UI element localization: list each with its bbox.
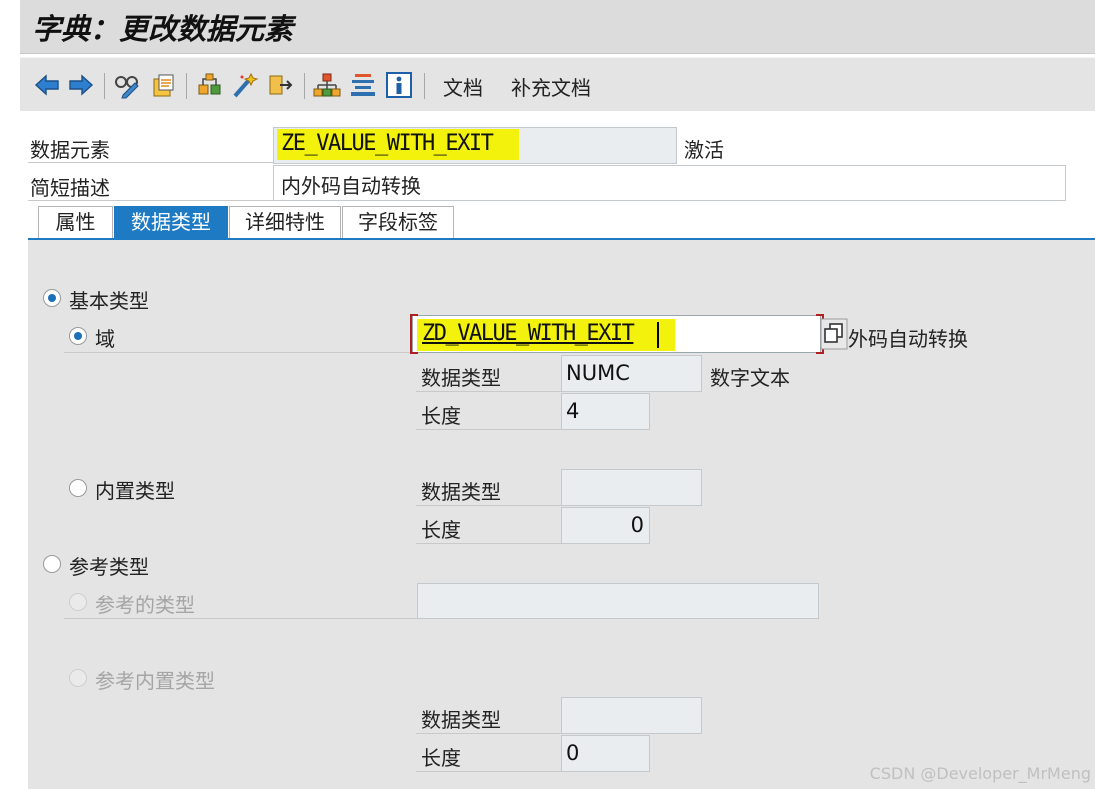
tab-data-type[interactable]: 数据类型 [114,206,228,239]
check-icon[interactable] [267,71,295,99]
tab-further-characteristics[interactable]: 详细特性 [229,206,341,239]
ref-builtin-type-radio [69,669,87,687]
elementary-type-label: 基本类型 [69,289,149,313]
toolbar-separator [104,73,105,99]
reference-type-radio[interactable] [43,555,61,573]
data-element-label: 数据元素 [30,138,110,162]
text-cursor [657,322,659,348]
ref-data-type-field [561,697,702,734]
domain-data-type-desc: 数字文本 [710,366,790,390]
watermark: CSDN @Developer_MrMeng [869,764,1091,783]
ref-length-value: 0 [566,741,580,765]
builtin-data-type-field[interactable] [561,469,702,506]
other-object-icon[interactable] [150,71,178,99]
display-change-icon[interactable] [113,71,141,99]
name-of-ref-type-radio [69,593,87,611]
domain-data-type-value: NUMC [566,361,630,385]
row-divider [416,505,562,506]
ref-length-label: 长度 [421,746,461,770]
documentation-button[interactable]: 文档 [443,72,483,101]
forward-icon[interactable] [67,71,95,99]
domain-label: 域 [95,327,115,351]
row-divider [64,618,418,619]
builtin-type-label: 内置类型 [95,479,175,503]
domain-radio[interactable] [69,327,87,345]
row-divider [416,771,562,772]
reference-type-label: 参考类型 [69,555,149,579]
row-divider [28,162,274,163]
row-divider [416,733,562,734]
supplementary-documentation-button[interactable]: 补充文档 [511,72,591,101]
short-description-value: 内外码自动转换 [281,174,421,198]
builtin-data-type-label: 数据类型 [421,480,501,504]
domain-length-label: 长度 [421,404,461,428]
row-divider [416,391,562,392]
row-divider [416,543,562,544]
tab-attributes[interactable]: 属性 [38,206,113,239]
domain-length-value: 4 [566,399,580,423]
status-text: 激活 [684,138,724,162]
domain-value: ZD_VALUE_WITH_EXIT [422,321,635,346]
row-divider [28,200,274,201]
application-toolbar: 文档 补充文档 [20,57,1095,111]
hierarchy-icon[interactable] [313,71,341,99]
name-of-ref-type-label: 参考的类型 [95,593,195,617]
info-icon[interactable] [385,71,413,99]
data-element-value: ZE_VALUE_WITH_EXIT [281,131,494,156]
row-divider [64,352,414,353]
name-of-ref-type-field [417,583,819,619]
domain-data-type-label: 数据类型 [421,366,501,390]
row-divider [416,429,562,430]
tab-field-label[interactable]: 字段标签 [342,206,454,239]
short-description-label: 简短描述 [30,176,110,200]
window-title: 字典：更改数据元素 [32,12,294,46]
toolbar-separator [424,73,425,99]
value-help-icon[interactable] [820,318,848,350]
toolbar-separator [304,73,305,99]
ref-data-type-label: 数据类型 [421,708,501,732]
navigation-stack-icon[interactable] [349,71,377,99]
where-used-icon[interactable] [196,71,224,99]
builtin-type-radio[interactable] [69,479,87,497]
ref-builtin-type-label: 参考内置类型 [95,669,215,693]
activate-icon[interactable] [231,71,259,99]
elementary-type-radio[interactable] [43,289,61,307]
builtin-length-value: 0 [630,513,644,537]
builtin-length-label: 长度 [421,518,461,542]
domain-description: 外码自动转换 [848,327,968,351]
back-icon[interactable] [33,71,61,99]
toolbar-separator [186,73,187,99]
